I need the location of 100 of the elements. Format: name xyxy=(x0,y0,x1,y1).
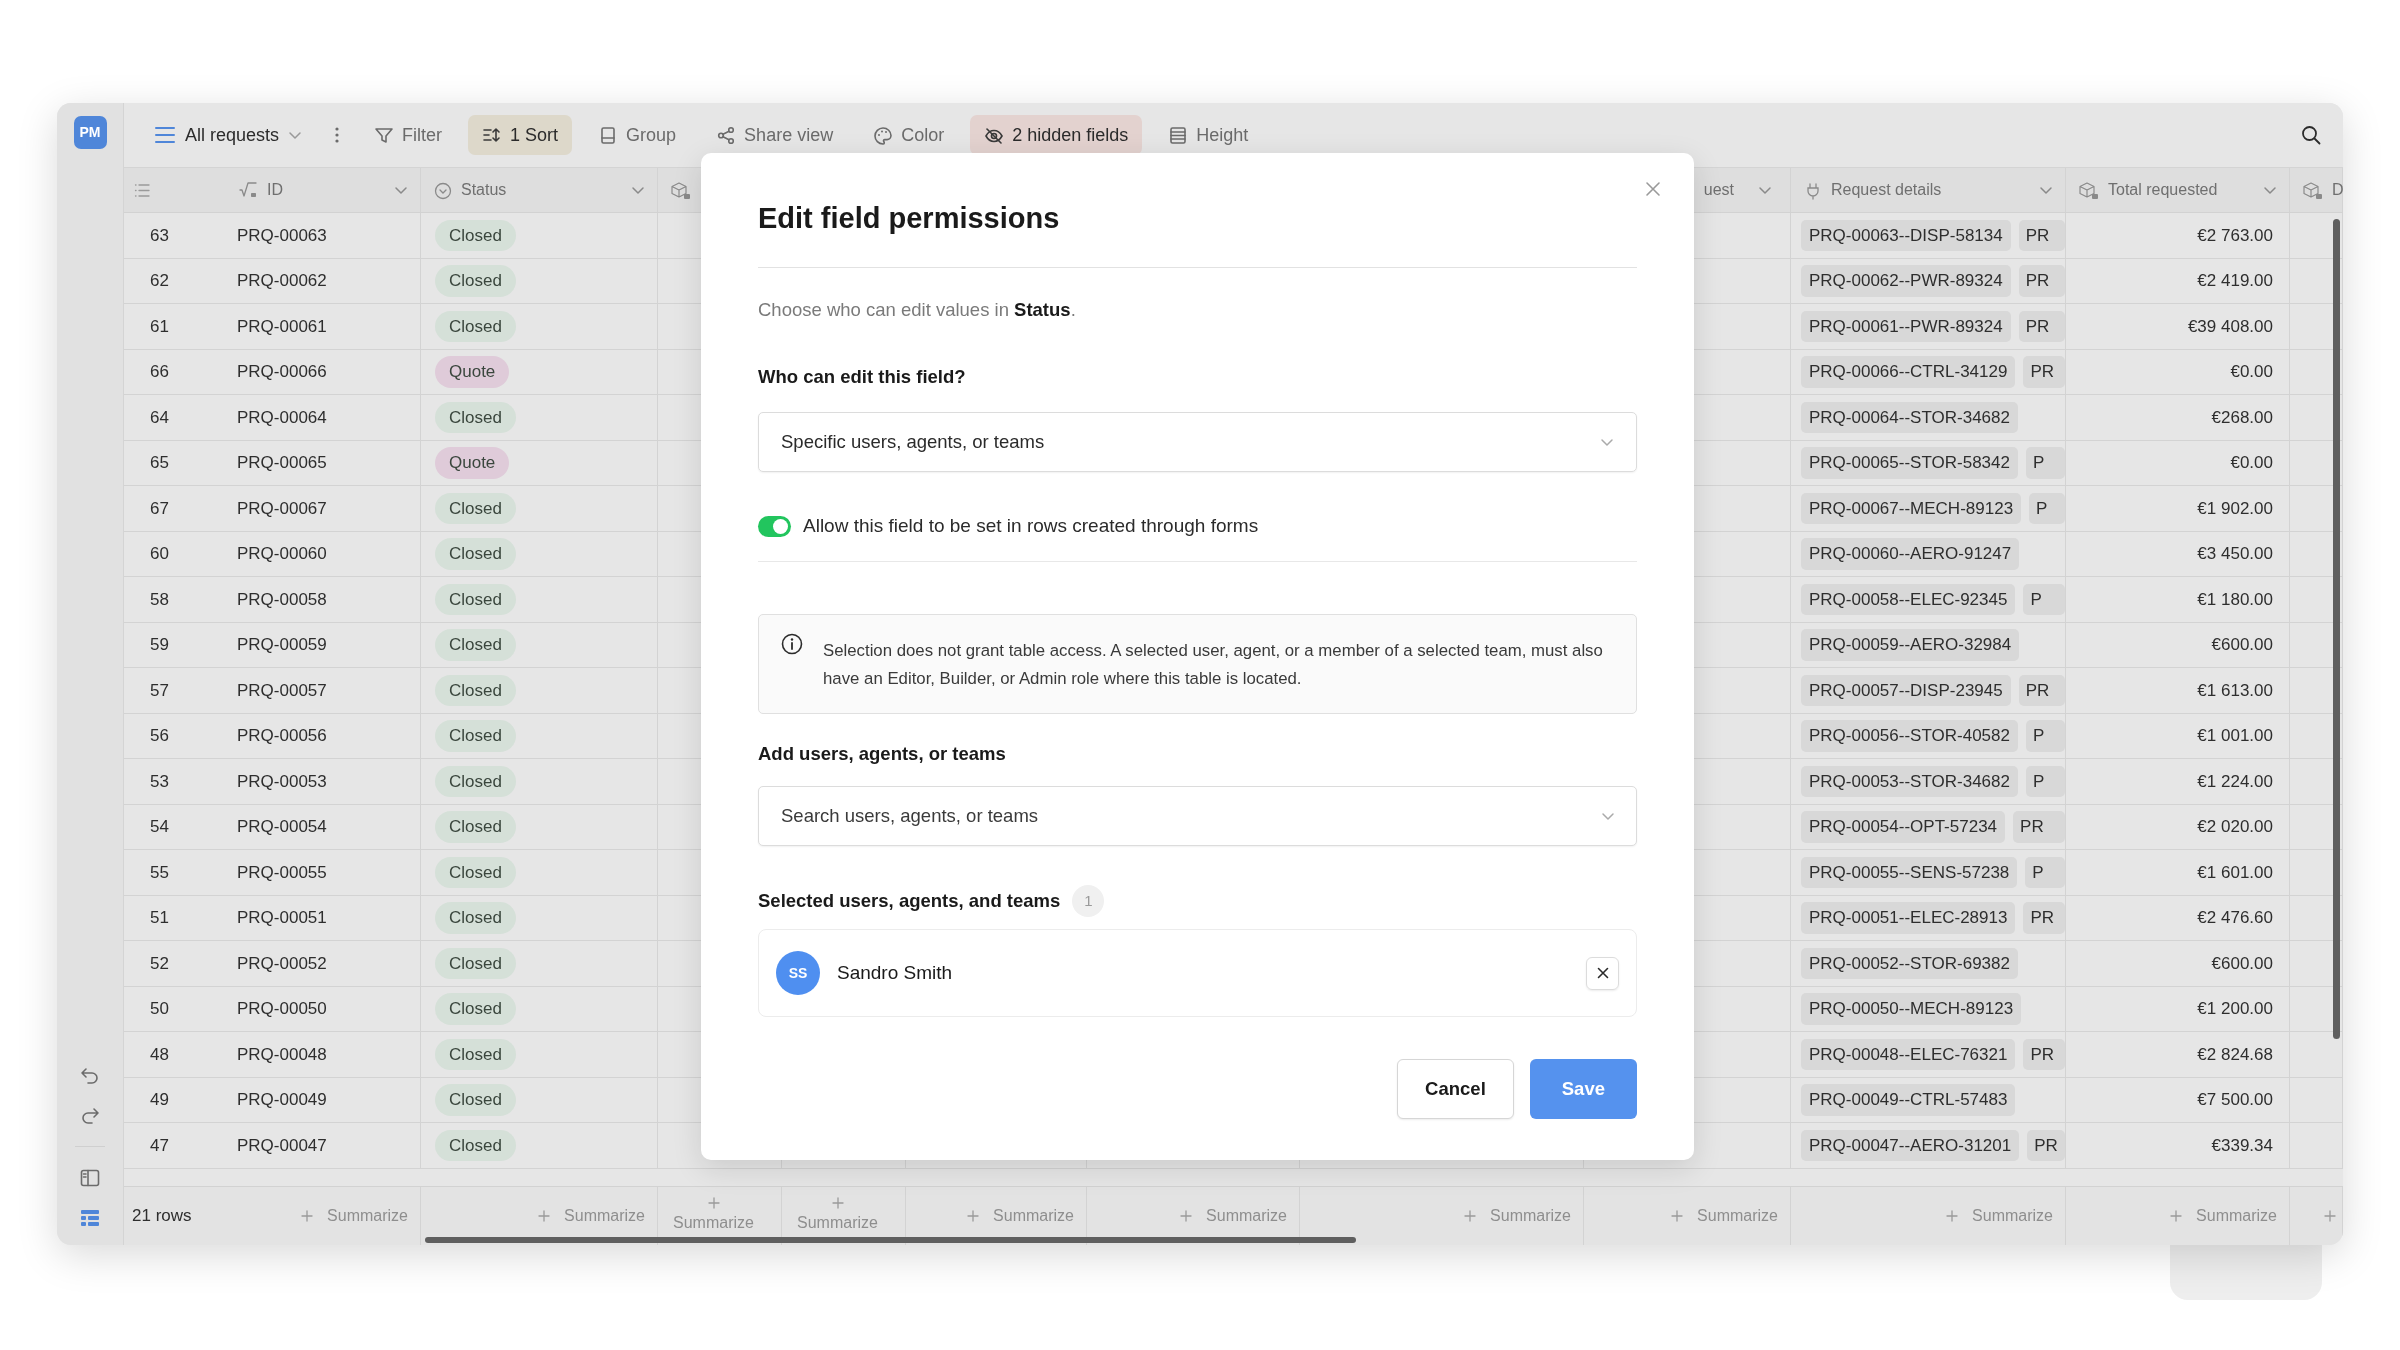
chevron-down-icon xyxy=(1600,437,1614,447)
row-number: 47 xyxy=(150,1134,169,1157)
record-chip[interactable]: P xyxy=(2025,447,2065,479)
count-badge: 1 xyxy=(1072,885,1105,918)
status-tag: Quote xyxy=(435,356,510,388)
avatar: SS xyxy=(776,951,820,996)
record-chip[interactable]: PRQ-00056--STOR-40582 xyxy=(1801,720,2018,752)
field-label: Add users, agents, or teams xyxy=(758,741,1007,766)
record-chip[interactable]: PRQ-00066--CTRL-34129 xyxy=(1801,356,2016,388)
record-chip[interactable]: PRQ-00047--AERO-31201 xyxy=(1801,1129,2020,1161)
record-chip[interactable]: PRQ-00062--PWR-89324 xyxy=(1801,265,2011,297)
record-chip[interactable]: PRQ-00063--DISP-58134 xyxy=(1801,219,2011,251)
status-tag: Closed xyxy=(435,583,516,615)
record-chip[interactable]: PRQ-00061--PWR-89324 xyxy=(1801,310,2011,342)
field-label: Who can edit this field? xyxy=(758,365,967,390)
table-cell-text: PRQ-00063 xyxy=(237,224,327,247)
field-label: Selected users, agents, and teams xyxy=(758,889,1061,914)
chevron-down-icon xyxy=(288,130,303,140)
share-icon xyxy=(716,125,737,145)
row-number: 56 xyxy=(150,725,169,747)
record-chip[interactable]: P xyxy=(2025,765,2065,797)
record-chip[interactable]: PR xyxy=(2023,902,2065,934)
record-chip[interactable]: PR xyxy=(2023,356,2065,388)
record-chip[interactable]: PRQ-00055--SENS-57238 xyxy=(1801,856,2018,888)
status-tag: Closed xyxy=(435,538,516,570)
record-chip[interactable]: PRQ-00057--DISP-23945 xyxy=(1801,674,2011,706)
table-cell-text: PRQ-00048 xyxy=(237,1043,327,1066)
close-icon[interactable] xyxy=(1645,181,1661,197)
record-chip[interactable]: P xyxy=(2025,720,2065,752)
toolbar-button[interactable]: Filter xyxy=(360,115,457,155)
record-chip[interactable]: PRQ-00048--ELEC-76321 xyxy=(1801,1038,2016,1070)
record-chip[interactable]: PRQ-00051--ELEC-28913 xyxy=(1801,902,2016,934)
vertical-scrollbar[interactable] xyxy=(2333,219,2340,1039)
app-logo[interactable]: PM xyxy=(73,116,107,149)
horizontal-scrollbar[interactable] xyxy=(425,1237,1356,1243)
record-chip[interactable]: PRQ-00049--CTRL-57483 xyxy=(1801,1084,2016,1116)
record-chip[interactable]: PRQ-00067--MECH-89123 xyxy=(1801,492,2022,524)
record-chip[interactable]: PRQ-00064--STOR-34682 xyxy=(1801,401,2018,433)
view-selector[interactable]: All requests xyxy=(150,115,307,155)
plus-icon xyxy=(538,1210,551,1222)
column-header[interactable]: Total requested xyxy=(2108,178,2255,202)
plus-icon xyxy=(301,1210,314,1222)
record-chip[interactable]: PRQ-00054--OPT-57234 xyxy=(1801,811,2006,843)
toolbar-button[interactable]: Group xyxy=(584,115,691,155)
status-tag: Closed xyxy=(435,1038,516,1070)
record-chip[interactable]: PRQ-00065--STOR-58342 xyxy=(1801,447,2018,479)
plus-icon xyxy=(1946,1210,1959,1222)
formula-icon xyxy=(239,180,259,200)
toolbar-button[interactable]: Color xyxy=(859,115,959,155)
plus-icon xyxy=(1180,1210,1193,1222)
rows-icon xyxy=(1168,125,1189,145)
status-tag: Closed xyxy=(435,629,516,661)
dialog-title: Edit field permissions xyxy=(758,197,1637,268)
row-number: 57 xyxy=(150,679,169,702)
record-chip[interactable]: PRQ-00059--AERO-32984 xyxy=(1801,629,2020,661)
search-field[interactable]: Search users, agents, or teams xyxy=(758,786,1637,847)
column-header[interactable]: Status xyxy=(461,178,623,202)
column-header[interactable]: ID xyxy=(267,178,386,202)
column-header[interactable]: Request details xyxy=(1831,178,2031,202)
table-cell-text: PRQ-00067 xyxy=(237,497,327,520)
toggle-label: Allow this field to be set in rows created through forms xyxy=(803,514,1259,538)
record-chip[interactable]: P xyxy=(2025,856,2065,888)
column-header[interactable]: D xyxy=(2332,178,2343,202)
toolbar-button[interactable]: Share view xyxy=(702,115,848,155)
search-icon xyxy=(2301,125,2321,145)
table-cell-text: PRQ-00052 xyxy=(237,952,327,975)
permission-dropdown[interactable]: Specific users, agents, or teams xyxy=(758,412,1637,472)
row-number: 65 xyxy=(150,452,169,474)
record-chip[interactable]: PR xyxy=(2018,219,2065,251)
row-count: 21 rows xyxy=(132,1205,192,1228)
table-cell-text: €2 476.60 xyxy=(2197,907,2273,929)
record-chip[interactable]: PR xyxy=(2018,310,2065,342)
circle-chevron-icon xyxy=(433,180,453,200)
toolbar-button[interactable]: 1 Sort xyxy=(468,115,573,155)
record-chip[interactable]: PR xyxy=(2018,265,2065,297)
record-chip[interactable]: PR xyxy=(2023,1038,2065,1070)
status-tag: Closed xyxy=(435,902,516,934)
record-chip[interactable]: PRQ-00052--STOR-69382 xyxy=(1801,947,2018,979)
table-cell-text: PRQ-00059 xyxy=(237,634,327,656)
cancel-button[interactable]: Cancel xyxy=(1397,1059,1514,1120)
remove-button[interactable] xyxy=(1586,956,1619,990)
record-chip[interactable]: PR xyxy=(2018,674,2065,706)
record-chip[interactable]: PR xyxy=(2013,811,2065,843)
table-cell-text: PRQ-00064 xyxy=(237,406,327,429)
plus-icon xyxy=(1671,1210,1684,1222)
record-chip[interactable]: PR xyxy=(2027,1129,2065,1161)
column-header[interactable]: uest xyxy=(1703,178,1734,202)
record-chip[interactable]: P xyxy=(2029,492,2065,524)
record-chip[interactable]: P xyxy=(2023,583,2065,615)
record-chip[interactable]: PRQ-00060--AERO-91247 xyxy=(1801,538,2020,570)
table-cell-text: PRQ-00056 xyxy=(237,725,327,747)
toggle-switch[interactable] xyxy=(758,515,791,537)
info-icon xyxy=(781,632,803,655)
record-chip[interactable]: PRQ-00058--ELEC-92345 xyxy=(1801,583,2016,615)
record-chip[interactable]: PRQ-00053--STOR-34682 xyxy=(1801,765,2018,797)
table-cell-text: PRQ-00057 xyxy=(237,679,327,702)
toolbar-button[interactable]: Height xyxy=(1154,115,1263,155)
row-number: 50 xyxy=(150,998,169,1020)
toolbar-button[interactable]: 2 hidden fields xyxy=(970,115,1143,155)
record-chip[interactable]: PRQ-00050--MECH-89123 xyxy=(1801,993,2022,1025)
